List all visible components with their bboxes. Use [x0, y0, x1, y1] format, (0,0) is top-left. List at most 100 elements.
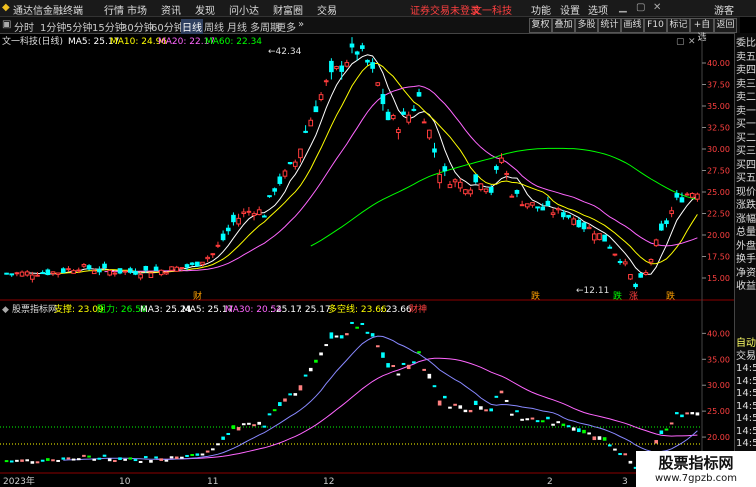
chart-settings-icon[interactable]: ▢: [676, 37, 685, 47]
indicator-bar: [592, 436, 597, 441]
candle-body: [411, 108, 417, 111]
y-tick-label: 30.00: [707, 145, 730, 154]
indicator-bar: [262, 425, 267, 428]
indicator-bar: [278, 402, 282, 406]
indicator-bar: [138, 460, 143, 463]
guest-label[interactable]: 游客: [714, 2, 734, 17]
candle-body: [292, 161, 298, 167]
menu-item-wealth[interactable]: 财富圈: [273, 2, 303, 17]
y-tick-label: 25.00: [707, 188, 730, 197]
menu-item-news[interactable]: 资讯: [161, 2, 181, 17]
chart-close-icon[interactable]: ✕: [688, 37, 696, 47]
indicator-bar: [87, 455, 91, 458]
tab-period-8[interactable]: 月线: [227, 19, 247, 34]
adjust-button[interactable]: 复权: [529, 18, 552, 33]
tab-period-4[interactable]: 30分钟: [121, 19, 154, 34]
sub-chart-icon: ◆: [2, 305, 9, 315]
candle-body: [287, 162, 293, 165]
indicator-bar: [489, 408, 494, 412]
candle-body: [138, 274, 143, 279]
candle-body: [246, 210, 252, 213]
candle-body: [633, 283, 638, 288]
candle-body: [169, 266, 174, 271]
candle-body: [174, 266, 180, 272]
menu-item-exchange[interactable]: 市场: [127, 2, 147, 17]
y-tick-label: 40.00: [707, 59, 730, 68]
mark-button[interactable]: 标记: [667, 18, 690, 33]
indicator-bar: [602, 437, 607, 441]
indicator-bar: [515, 410, 519, 413]
menu-item-discover[interactable]: 发现: [195, 2, 215, 17]
indicator-bar: [370, 333, 375, 337]
event-tag-3[interactable]: 涨: [629, 291, 638, 302]
tab-period-5[interactable]: 60分钟: [151, 19, 184, 34]
x-label-3: 12: [323, 477, 334, 487]
f10-button[interactable]: F10: [644, 18, 667, 33]
restore-icon[interactable]: ▢: [636, 2, 645, 13]
indicator-bar: [236, 427, 241, 431]
tab-period-7[interactable]: 周线: [204, 19, 224, 34]
tab-period-3[interactable]: 15分钟: [92, 19, 125, 34]
quote-side-panel[interactable]: 委比 卖五 卖四 卖三 卖二 卖一 买一 买二 买三 买四 买五 现价 涨跌 涨幅 总量 外盘 换手 净资 收益 自动…: [734, 33, 756, 487]
indicator-bar: [473, 400, 478, 405]
candle-body: [189, 262, 195, 265]
candle-body: [91, 270, 97, 275]
sub-moving-averages: [63, 335, 698, 461]
tab-period-6[interactable]: 日线: [181, 19, 203, 34]
candle-body: [545, 200, 551, 206]
draw-button[interactable]: 画线: [621, 18, 644, 33]
indicator-bar: [484, 409, 488, 412]
candle-body: [251, 213, 257, 216]
event-tag-1[interactable]: 跌: [531, 291, 540, 302]
candle-body: [555, 208, 561, 211]
tab-period-0[interactable]: 分时: [14, 19, 34, 34]
low-price-label: ←12.11: [576, 286, 609, 296]
candle-body: [370, 62, 375, 69]
tab-period-2[interactable]: 5分钟: [66, 19, 92, 34]
event-tag-2[interactable]: 跌: [613, 291, 622, 302]
menu-item-ask[interactable]: 问小达: [229, 2, 259, 17]
menu-options[interactable]: 选项: [588, 2, 608, 17]
back-button[interactable]: 返回: [714, 18, 737, 33]
candle-body: [179, 267, 185, 270]
indicator-bar: [607, 444, 612, 447]
quote-row-18: 收益: [736, 281, 756, 292]
event-tag-0[interactable]: 财: [193, 290, 202, 302]
quote-row-11: 现价: [736, 186, 756, 198]
indicator-bar: [314, 359, 318, 363]
toolbar-pin-icon[interactable]: ▣: [2, 19, 11, 30]
overlay-button[interactable]: 叠加: [552, 18, 575, 33]
indicator-bar: [674, 412, 679, 415]
indicator-bar: [30, 461, 35, 464]
indicator-bar: [669, 422, 674, 425]
event-tag-4[interactable]: 跌: [666, 291, 675, 302]
candle-body: [200, 261, 205, 265]
period-toolbar: ▣ 分时 1分钟 5分钟 15分钟 30分钟 60分钟 日线 周线 月线 多周期…: [0, 17, 740, 43]
candle-body: [308, 119, 314, 127]
indicator-bar: [422, 368, 426, 371]
indicator-bar: [468, 409, 473, 413]
menu-item-market[interactable]: 行情: [104, 2, 124, 17]
menu-settings[interactable]: 设置: [560, 2, 580, 17]
menu-func[interactable]: 功能: [531, 2, 551, 17]
ma60-line: [310, 147, 698, 247]
chart-area[interactable]: 文一科技(日线) MA5: 25.17 MA10: 24.96 MA20: 22…: [0, 33, 734, 487]
candle-body: [60, 268, 66, 273]
multi-stock-button[interactable]: 多股: [575, 18, 598, 33]
stats-button[interactable]: 统计: [598, 18, 621, 33]
candle-body: [220, 233, 226, 241]
indicator-bar: [40, 459, 45, 462]
indicator-bar: [51, 459, 55, 462]
tab-period-10[interactable]: 更多: [276, 19, 296, 34]
indicator-bar: [46, 458, 50, 461]
tab-period-1[interactable]: 1分钟: [40, 19, 66, 34]
candle-body: [66, 268, 71, 271]
close-icon[interactable]: ✕: [653, 2, 661, 13]
menu-item-trade[interactable]: 交易: [317, 2, 337, 17]
candle-body: [457, 181, 463, 189]
login-notice[interactable]: 证券交易未登录: [410, 2, 480, 17]
minimize-icon[interactable]: ▁: [619, 2, 627, 13]
add-watchlist-button[interactable]: +自选: [690, 18, 714, 43]
more-chevron-icon[interactable]: »: [298, 19, 304, 30]
indicator-bar: [200, 453, 205, 456]
